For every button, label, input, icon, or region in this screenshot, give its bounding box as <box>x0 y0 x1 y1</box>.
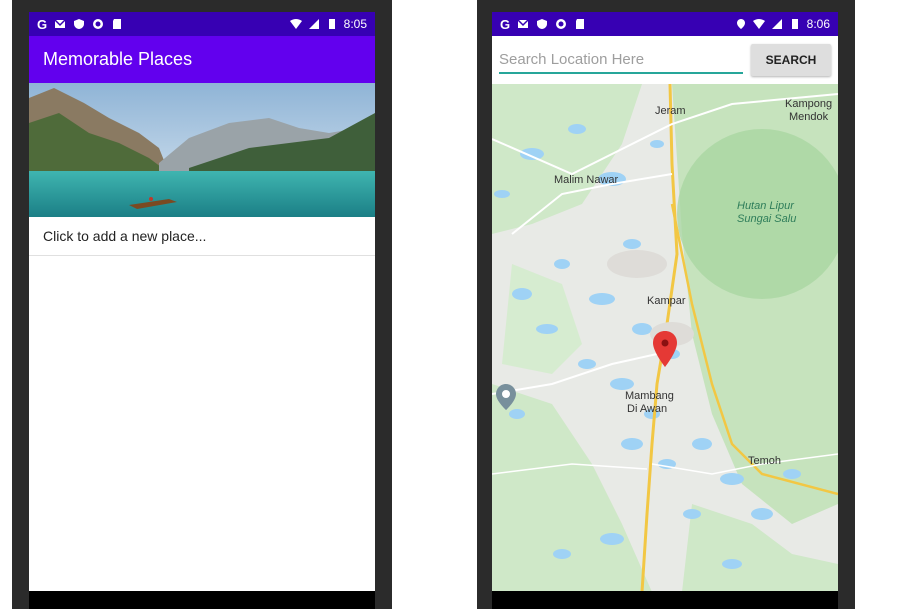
screen-map: G 8:06 SEARCH <box>492 12 838 592</box>
wifi-icon <box>289 19 302 29</box>
signal-icon <box>771 19 782 29</box>
sd-card-icon <box>576 19 585 29</box>
search-bar: SEARCH <box>492 36 838 84</box>
map-label-kampar: Kampar <box>647 295 686 307</box>
status-bar: G 8:05 <box>29 12 375 36</box>
map-label-jeram: Jeram <box>655 105 686 117</box>
map-label-hutan-lipur: Hutan Lipur <box>737 200 795 212</box>
phone-right: G 8:06 SEARCH <box>477 0 855 609</box>
map-label-kampong-mendok: Kampong <box>785 98 832 110</box>
battery-icon <box>791 19 798 29</box>
signal-icon <box>308 19 319 29</box>
nav-bar <box>492 591 838 609</box>
google-icon: G <box>500 16 511 32</box>
lake-mountain-image <box>29 83 375 217</box>
circle-icon <box>93 19 104 29</box>
map-label-mambang: Mambang <box>625 390 674 402</box>
location-icon <box>736 19 745 29</box>
gmail-icon <box>517 19 529 28</box>
shield-icon <box>537 19 548 29</box>
circle-icon <box>556 19 567 29</box>
map-label-di-awan: Di Awan <box>627 403 667 415</box>
list-item-label: Click to add a new place... <box>43 228 207 244</box>
map-view[interactable]: Jeram Kampong Mendok Malim Nawar Hutan L… <box>492 84 838 592</box>
status-time: 8:05 <box>343 17 367 31</box>
screen-memorable-places: G 8:05 Memorable Places Click to add a n… <box>29 12 375 592</box>
sd-card-icon <box>113 19 122 29</box>
map-label-temoh: Temoh <box>748 455 781 467</box>
app-bar: Memorable Places <box>29 36 375 83</box>
gmail-icon <box>54 19 66 28</box>
search-input[interactable] <box>499 46 743 74</box>
app-title: Memorable Places <box>43 49 193 69</box>
nav-bar <box>29 591 375 609</box>
map-label-malim-nawar: Malim Nawar <box>554 174 619 186</box>
search-button[interactable]: SEARCH <box>751 44 831 76</box>
map-label-sungai-salu: Sungai Salu <box>737 213 796 225</box>
map-label-kampong-mendok-2: Mendok <box>789 111 829 123</box>
status-time: 8:06 <box>806 17 830 31</box>
google-icon: G <box>37 16 48 32</box>
list-item-add-place[interactable]: Click to add a new place... <box>29 217 375 256</box>
phone-left: G 8:05 Memorable Places Click to add a n… <box>12 0 392 609</box>
shield-icon <box>74 19 85 29</box>
battery-icon <box>328 19 335 29</box>
wifi-icon <box>752 19 765 29</box>
status-bar: G 8:06 <box>492 12 838 36</box>
